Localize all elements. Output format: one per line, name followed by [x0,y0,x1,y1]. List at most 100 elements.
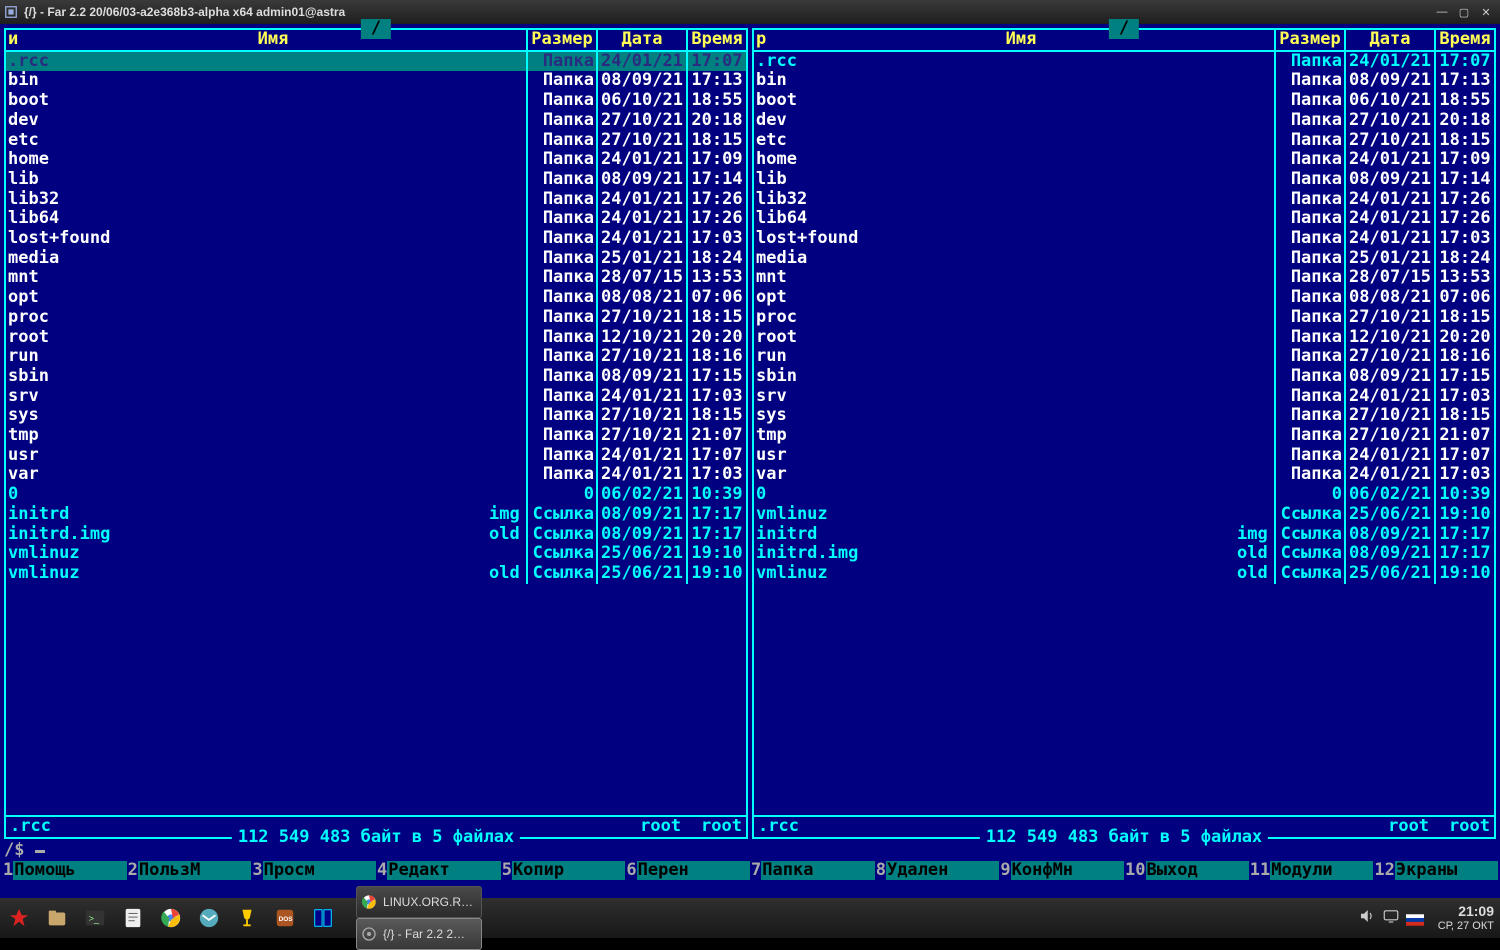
file-row[interactable]: libПапка08/09/2117:14 [6,170,746,190]
file-row[interactable]: lib32Папка24/01/2117:26 [6,190,746,210]
display-icon[interactable] [1382,907,1400,928]
file-row[interactable]: etcПапка27/10/2118:15 [6,131,746,151]
fkey-8[interactable]: 8Удален [875,861,1000,881]
file-row[interactable]: tmpПапка27/10/2121:07 [6,426,746,446]
window-maximize-button[interactable]: ▢ [1454,4,1474,20]
file-row[interactable]: initrd imgСсылка08/09/2117:17 [6,505,746,525]
file-row[interactable]: runПапка27/10/2118:16 [754,347,1494,367]
file-row[interactable]: mediaПапка25/01/2118:24 [6,249,746,269]
file-row[interactable]: lost+foundПапка24/01/2117:03 [754,229,1494,249]
file-row[interactable]: sbinПапка08/09/2117:15 [6,367,746,387]
left-sort-indicator[interactable]: и [6,30,20,50]
file-row[interactable]: devПапка27/10/2120:18 [754,111,1494,131]
window-minimize-button[interactable]: — [1432,4,1452,20]
file-row[interactable]: procПапка27/10/2118:15 [754,308,1494,328]
file-row[interactable]: 0006/02/2110:39 [6,485,746,505]
file-row[interactable]: runПапка27/10/2118:16 [6,347,746,367]
file-row[interactable]: binПапка08/09/2117:13 [754,71,1494,91]
file-row[interactable]: lib32Папка24/01/2117:26 [754,190,1494,210]
chrome-launcher[interactable] [153,900,189,936]
file-row[interactable]: mntПапка28/07/1513:53 [754,268,1494,288]
file-row[interactable]: optПапка08/08/2107:06 [754,288,1494,308]
file-row[interactable]: vmlinuz oldСсылка25/06/2119:10 [6,564,746,584]
file-row[interactable]: usrПапка24/01/2117:07 [754,446,1494,466]
file-row[interactable]: bootПапка06/10/2118:55 [754,91,1494,111]
far2l-launcher[interactable] [305,900,341,936]
file-row[interactable]: varПапка24/01/2117:03 [6,465,746,485]
left-panel-path[interactable]: / [361,19,391,39]
left-file-list[interactable]: .rccПапка24/01/2117:07binПапка08/09/2117… [6,52,746,816]
file-row[interactable]: vmlinuzСсылка25/06/2119:10 [6,544,746,564]
file-row[interactable]: sysПапка27/10/2118:15 [6,406,746,426]
file-row[interactable]: 0006/02/2110:39 [754,485,1494,505]
file-row[interactable]: sbinПапка08/09/2117:15 [754,367,1494,387]
file-row[interactable]: srvПапка24/01/2117:03 [754,387,1494,407]
file-row[interactable]: rootПапка12/10/2120:20 [754,328,1494,348]
file-row[interactable]: homeПапка24/01/2117:09 [6,150,746,170]
clock[interactable]: 21:09 СР, 27 ОКТ [1434,904,1494,931]
mail-launcher[interactable] [191,900,227,936]
left-header-time[interactable]: Время [686,30,746,50]
file-row[interactable]: initrd.img oldСсылка08/09/2117:17 [6,525,746,545]
right-panel[interactable]: / р Имя Размер Дата Время .rccПапка24/01… [752,28,1496,839]
fkey-2[interactable]: 2ПользМ [127,861,252,881]
right-panel-path[interactable]: / [1109,19,1139,39]
command-line[interactable]: /$ [0,839,1500,861]
file-row[interactable]: lib64Папка24/01/2117:26 [754,209,1494,229]
file-row[interactable]: usrПапка24/01/2117:07 [6,446,746,466]
file-row[interactable]: initrd.img oldСсылка08/09/2117:17 [754,544,1494,564]
taskbar-item[interactable]: LINUX.ORG.R… [356,886,482,918]
file-row[interactable]: vmlinuzСсылка25/06/2119:10 [754,505,1494,525]
file-row[interactable]: mntПапка28/07/1513:53 [6,268,746,288]
fkey-1[interactable]: 1Помощь [2,861,127,881]
text-editor-launcher[interactable] [115,900,151,936]
file-row[interactable]: srvПапка24/01/2117:03 [6,387,746,407]
file-row[interactable]: etcПапка27/10/2118:15 [754,131,1494,151]
file-row[interactable]: procПапка27/10/2118:15 [6,308,746,328]
wine-launcher[interactable] [229,900,265,936]
fkey-10[interactable]: 10Выход [1124,861,1249,881]
file-row[interactable]: varПапка24/01/2117:03 [754,465,1494,485]
right-header-size[interactable]: Размер [1274,30,1344,50]
file-row[interactable]: lost+foundПапка24/01/2117:03 [6,229,746,249]
file-row[interactable]: .rccПапка24/01/2117:07 [754,52,1494,72]
file-row[interactable]: initrd imgСсылка08/09/2117:17 [754,525,1494,545]
file-row[interactable]: binПапка08/09/2117:13 [6,71,746,91]
keyboard-layout-flag[interactable] [1406,911,1428,925]
right-sort-indicator[interactable]: р [754,30,768,50]
start-menu-button[interactable] [1,900,37,936]
fkey-5[interactable]: 5Копир [501,861,626,881]
file-row[interactable]: vmlinuz oldСсылка25/06/2119:10 [754,564,1494,584]
file-manager-launcher[interactable] [39,900,75,936]
taskbar-item[interactable]: {/} - Far 2.2 2… [356,918,482,950]
file-row[interactable]: devПапка27/10/2120:18 [6,111,746,131]
left-panel[interactable]: / и Имя Размер Дата Время .rccПапка24/01… [4,28,748,839]
dosbox-launcher[interactable]: DOS [267,900,303,936]
taskbar[interactable]: >_ DOS LINUX.ORG.R…{/} - Far 2.2 2… 21:0… [0,898,1500,938]
file-row[interactable]: rootПапка12/10/2120:20 [6,328,746,348]
file-row[interactable]: bootПапка06/10/2118:55 [6,91,746,111]
right-header-time[interactable]: Время [1434,30,1494,50]
fkey-4[interactable]: 4Редакт [376,861,501,881]
left-header-name[interactable]: Имя [20,30,526,50]
fkey-7[interactable]: 7Папка [750,861,875,881]
fkey-9[interactable]: 9КонфМн [999,861,1124,881]
file-row[interactable]: lib64Папка24/01/2117:26 [6,209,746,229]
left-header-date[interactable]: Дата [596,30,686,50]
system-tray[interactable]: 21:09 СР, 27 ОКТ [1358,904,1500,931]
fkey-3[interactable]: 3Просм [251,861,376,881]
fkey-6[interactable]: 6Перен [625,861,750,881]
file-row[interactable]: optПапка08/08/2107:06 [6,288,746,308]
right-header-date[interactable]: Дата [1344,30,1434,50]
file-row[interactable]: homeПапка24/01/2117:09 [754,150,1494,170]
window-close-button[interactable]: ✕ [1476,4,1496,20]
file-row[interactable]: tmpПапка27/10/2121:07 [754,426,1494,446]
fkey-11[interactable]: 11Модули [1249,861,1374,881]
terminal-launcher[interactable]: >_ [77,900,113,936]
file-row[interactable]: mediaПапка25/01/2118:24 [754,249,1494,269]
left-header-size[interactable]: Размер [526,30,596,50]
fkey-12[interactable]: 12Экраны [1373,861,1498,881]
file-row[interactable]: libПапка08/09/2117:14 [754,170,1494,190]
file-row[interactable]: .rccПапка24/01/2117:07 [6,52,746,72]
right-header-name[interactable]: Имя [768,30,1274,50]
